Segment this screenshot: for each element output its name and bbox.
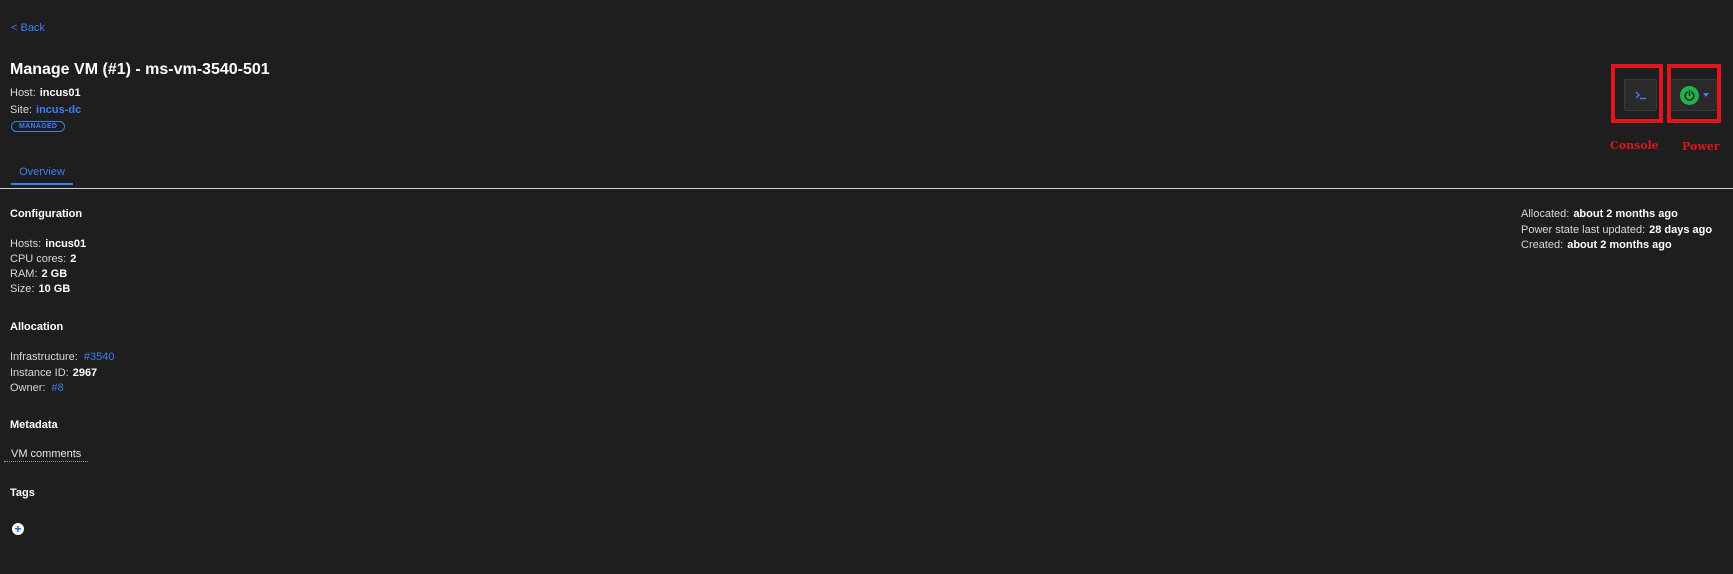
cpu-value: 2 [70, 253, 77, 265]
page-title: Manage VM (#1) - ms-vm-3540-501 [10, 61, 270, 78]
size-label: Size: [10, 283, 35, 295]
console-annotation-label: Console [1610, 139, 1659, 152]
instance-id-value: 2967 [72, 367, 98, 379]
tab-divider [0, 188, 1733, 189]
power-icon [1680, 85, 1699, 105]
add-tag-button[interactable]: + [12, 523, 24, 535]
configuration-heading: Configuration [10, 208, 83, 220]
power-button[interactable] [1670, 79, 1719, 111]
created-value: about 2 months ago [1567, 239, 1672, 251]
power-state-row: Power state last updated: 28 days ago [1521, 224, 1712, 236]
vm-comments-field[interactable]: VM comments [4, 448, 89, 462]
power-state-label: Power state last updated: [1521, 224, 1646, 236]
infrastructure-link[interactable]: #3540 [84, 351, 115, 363]
allocated-row: Allocated: about 2 months ago [1521, 208, 1678, 220]
infrastructure-row: Infrastructure: #3540 [10, 351, 114, 363]
owner-row: Owner: #8 [10, 382, 64, 394]
ram-row: RAM: 2 GB [10, 268, 67, 280]
created-label: Created: [1521, 239, 1564, 251]
owner-link[interactable]: #8 [51, 382, 63, 394]
terminal-icon [1635, 91, 1646, 100]
managed-badge: MANAGED [11, 121, 66, 132]
cpu-row: CPU cores: 2 [10, 253, 76, 265]
chevron-down-icon [1703, 93, 1709, 97]
back-link[interactable]: < Back [11, 22, 45, 34]
size-value: 10 GB [38, 283, 71, 295]
host-label: Host: [10, 87, 36, 99]
tags-heading: Tags [10, 487, 35, 499]
host-row: Host: incus01 [10, 87, 81, 99]
created-row: Created: about 2 months ago [1521, 239, 1672, 251]
site-label: Site: [10, 104, 33, 116]
hosts-row: Hosts: incus01 [10, 238, 86, 250]
site-row: Site: incus-dc [10, 104, 81, 116]
tab-overview[interactable]: Overview [11, 166, 73, 185]
console-button[interactable] [1624, 79, 1657, 111]
allocated-value: about 2 months ago [1573, 208, 1678, 220]
owner-label: Owner: [10, 382, 46, 394]
site-link[interactable]: incus-dc [36, 104, 81, 116]
ram-value: 2 GB [41, 268, 68, 280]
ram-label: RAM: [10, 268, 38, 280]
allocated-label: Allocated: [1521, 208, 1570, 220]
infrastructure-label: Infrastructure: [10, 351, 78, 363]
host-value: incus01 [39, 87, 81, 99]
size-row: Size: 10 GB [10, 283, 70, 295]
instance-id-row: Instance ID: 2967 [10, 367, 97, 379]
cpu-label: CPU cores: [10, 253, 67, 265]
power-state-value: 28 days ago [1649, 224, 1713, 236]
metadata-heading: Metadata [10, 419, 58, 431]
instance-id-label: Instance ID: [10, 367, 69, 379]
hosts-value: incus01 [45, 238, 87, 250]
plus-circle-icon: + [14, 522, 22, 536]
hosts-label: Hosts: [10, 238, 42, 250]
power-annotation-label: Power [1682, 140, 1720, 153]
allocation-heading: Allocation [10, 321, 64, 333]
manage-vm-page: < Back Manage VM (#1) - ms-vm-3540-501 H… [0, 0, 1733, 574]
